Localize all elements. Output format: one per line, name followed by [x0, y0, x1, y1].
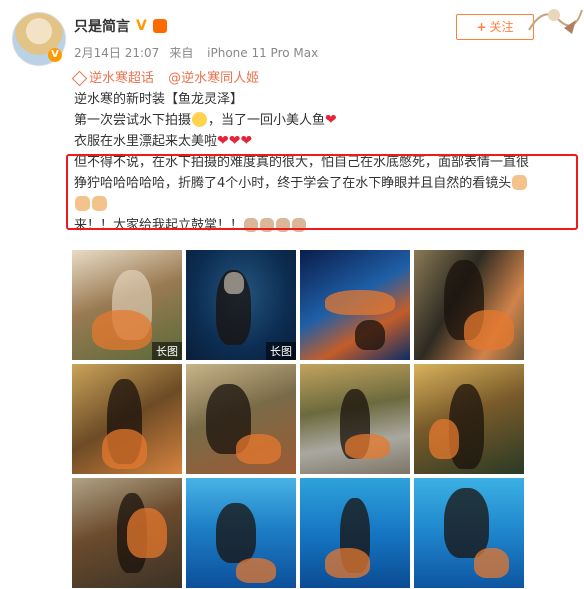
- long-image-tag: 长图: [266, 342, 296, 360]
- grimace-emoji-icon: [192, 112, 208, 127]
- ok-hand-emoji-icon: [92, 196, 107, 211]
- topic-icon: [71, 70, 88, 87]
- photo-thumb[interactable]: [300, 250, 410, 360]
- verified-badge: V: [48, 48, 62, 62]
- highlighted-paragraph: 但不得不说，在水下拍摄的难度真的很大，怕自己在水底憋死，面部表情一直很 狰狞哈哈…: [74, 152, 574, 215]
- post-line-3: 衣服在水里漂起来太美啦❤❤❤: [74, 131, 574, 152]
- decoration-icon: [528, 9, 583, 34]
- follow-button[interactable]: + 关注: [456, 14, 534, 40]
- clap-emoji-icon: [244, 218, 259, 232]
- photo-thumb[interactable]: [72, 478, 182, 588]
- post-line-1: 逆水寒的新时装【鱼龙灵泽】: [74, 92, 244, 107]
- highlight-line-3: [74, 194, 574, 215]
- photo-thumb[interactable]: [300, 478, 410, 588]
- plus-icon: +: [476, 20, 487, 34]
- cheer-line: 来！！大家给我起立鼓掌！！: [74, 215, 574, 236]
- highlight-line-2: 狰狞哈哈哈哈哈，折腾了4个小时，终于学会了在水下睁眼并且自然的看镜头: [74, 173, 574, 194]
- heart-emoji-icon: ❤❤❤: [217, 133, 253, 149]
- photo-thumb[interactable]: [300, 364, 410, 474]
- user-row: 只是简言 V: [74, 16, 167, 36]
- photo-thumb[interactable]: [414, 250, 524, 360]
- post-device: iPhone 11 Pro Max: [207, 46, 319, 60]
- post-date[interactable]: 2月14日 21:07: [74, 46, 159, 60]
- highlight-line-2-text: 狰狞哈哈哈哈哈，折腾了4个小时，终于学会了在水下睁眼并且自然的看镜头: [74, 176, 512, 191]
- photo-thumb[interactable]: 长图: [72, 250, 182, 360]
- heart-emoji-icon: ❤: [325, 112, 337, 128]
- clap-emoji-icon: [260, 218, 275, 232]
- photo-thumb[interactable]: [414, 364, 524, 474]
- username[interactable]: 只是简言: [74, 16, 130, 36]
- photo-thumb[interactable]: [414, 478, 524, 588]
- clap-emoji-icon: [276, 218, 291, 232]
- photo-thumb[interactable]: [186, 364, 296, 474]
- mention-link[interactable]: @逆水寒同人姬: [168, 71, 259, 86]
- photo-thumb[interactable]: 长图: [186, 250, 296, 360]
- post-meta: 2月14日 21:07 来自 iPhone 11 Pro Max: [74, 44, 328, 61]
- post-content: 逆水寒超话 @逆水寒同人姬 逆水寒的新时装【鱼龙灵泽】 第一次尝试水下拍摄 ，当了…: [66, 68, 578, 236]
- source-prefix: 来自: [169, 46, 194, 60]
- vip-icon: V: [136, 18, 147, 34]
- ok-hand-emoji-icon: [75, 196, 90, 211]
- ok-hand-emoji-icon: [512, 175, 528, 190]
- photo-thumb[interactable]: [72, 364, 182, 474]
- post-line-2: 第一次尝试水下拍摄 ，当了一回小美人鱼❤: [74, 110, 574, 131]
- cheer-text: 来！！大家给我起立鼓掌！！: [74, 218, 244, 233]
- post-line-2b: ，当了一回小美人鱼: [208, 113, 326, 128]
- follow-label: 关注: [489, 20, 514, 34]
- post-line-2a: 第一次尝试水下拍摄: [74, 113, 192, 128]
- post-line-3-text: 衣服在水里漂起来太美啦: [74, 134, 218, 149]
- photo-thumb[interactable]: [186, 478, 296, 588]
- medal-icon: [152, 19, 167, 33]
- topic-line: 逆水寒超话 @逆水寒同人姬: [71, 68, 574, 89]
- long-image-tag: 长图: [152, 342, 182, 360]
- topic-link[interactable]: 逆水寒超话: [89, 71, 154, 86]
- highlight-line-1: 但不得不说，在水下拍摄的难度真的很大，怕自己在水底憋死，面部表情一直很: [74, 155, 530, 170]
- clap-emoji-icon: [292, 218, 307, 232]
- photo-grid: 长图 长图: [72, 250, 524, 588]
